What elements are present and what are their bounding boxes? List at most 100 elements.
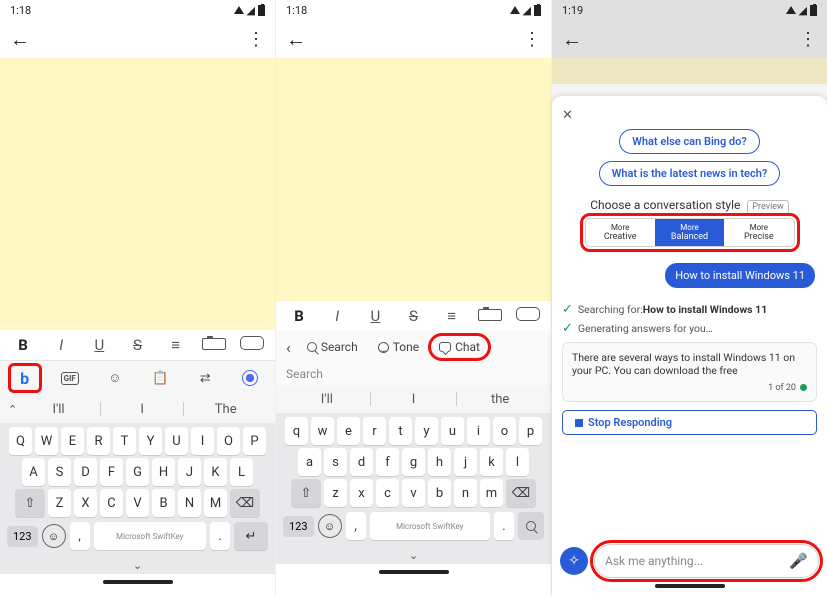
key-j[interactable]: J (178, 458, 201, 486)
key-v[interactable]: v (402, 479, 425, 507)
key-x[interactable]: x (350, 479, 373, 507)
stop-responding-button[interactable]: Stop Responding (562, 410, 817, 435)
key-c[interactable]: c (376, 479, 399, 507)
key-h[interactable]: H (152, 458, 175, 486)
strike-button[interactable]: S (125, 336, 149, 354)
key-d[interactable]: D (74, 458, 97, 486)
key-g[interactable]: G (126, 458, 149, 486)
shift-key[interactable]: ⇧ (291, 479, 321, 507)
back-chevron[interactable]: ‹ (282, 338, 295, 357)
mode-tone[interactable]: Tone (370, 336, 427, 358)
list-button[interactable]: ≡ (164, 336, 188, 354)
key-h[interactable]: h (428, 448, 451, 476)
mode-search[interactable]: Search (299, 336, 366, 358)
key-j[interactable]: j (454, 448, 477, 476)
bold-button[interactable]: B (287, 307, 311, 325)
backspace-key[interactable]: ⌫ (230, 489, 260, 517)
style-creative[interactable]: MoreCreative (586, 219, 655, 246)
camera-button[interactable] (478, 307, 502, 325)
key-e[interactable]: e (337, 417, 360, 445)
expand-icon[interactable]: ⌃ (8, 403, 17, 416)
key-c[interactable]: C (100, 489, 123, 517)
emoji-key[interactable]: ☺ (318, 514, 342, 538)
comma-key[interactable]: , (346, 512, 366, 540)
key-w[interactable]: W (35, 427, 58, 455)
overflow-menu-button[interactable]: ⋮ (799, 29, 817, 50)
mic-button[interactable] (516, 307, 540, 325)
target-button[interactable] (235, 365, 265, 391)
key-n[interactable]: N (178, 489, 201, 517)
search-key[interactable] (518, 512, 544, 540)
numbers-key[interactable]: 123 (7, 526, 38, 547)
key-q[interactable]: Q (9, 427, 32, 455)
key-a[interactable]: a (298, 448, 321, 476)
key-g[interactable]: g (402, 448, 425, 476)
italic-button[interactable]: I (49, 336, 73, 354)
key-z[interactable]: z (324, 479, 347, 507)
key-m[interactable]: M (204, 489, 227, 517)
key-w[interactable]: w (311, 417, 334, 445)
overflow-menu-button[interactable]: ⋮ (523, 29, 541, 50)
key-f[interactable]: F (100, 458, 123, 486)
translate-button[interactable]: ⇄ (190, 365, 220, 391)
period-key[interactable]: . (494, 512, 514, 540)
comma-key[interactable]: , (70, 522, 90, 550)
back-button[interactable]: ← (10, 27, 30, 52)
numbers-key[interactable]: 123 (283, 516, 314, 537)
back-button[interactable]: ← (286, 27, 306, 52)
note-canvas[interactable] (0, 58, 275, 330)
overflow-menu-button[interactable]: ⋮ (247, 29, 265, 50)
key-l[interactable]: L (230, 458, 253, 486)
close-button[interactable]: ✕ (562, 108, 573, 123)
key-b[interactable]: B (152, 489, 175, 517)
key-p[interactable]: p (519, 417, 542, 445)
key-r[interactable]: R (87, 427, 110, 455)
note-canvas[interactable] (276, 58, 551, 301)
key-e[interactable]: E (61, 427, 84, 455)
prediction-3[interactable]: The (184, 402, 267, 417)
strike-button[interactable]: S (401, 307, 425, 325)
list-button[interactable]: ≡ (440, 307, 464, 325)
search-input[interactable]: Search (276, 363, 551, 385)
key-y[interactable]: y (415, 417, 438, 445)
emoji-key[interactable]: ☺ (42, 524, 66, 548)
key-y[interactable]: Y (139, 427, 162, 455)
prediction-3[interactable]: the (457, 392, 543, 407)
style-balanced[interactable]: MoreBalanced (655, 219, 724, 246)
key-d[interactable]: d (350, 448, 373, 476)
collapse-keyboard[interactable]: ⌄ (276, 547, 551, 564)
key-r[interactable]: r (363, 417, 386, 445)
key-l[interactable]: l (506, 448, 529, 476)
sticker-button[interactable]: ☺ (100, 365, 130, 391)
period-key[interactable]: . (210, 522, 230, 550)
space-key[interactable]: Microsoft SwiftKey (370, 512, 490, 540)
key-p[interactable]: P (243, 427, 266, 455)
gif-button[interactable]: GIF (55, 365, 85, 391)
key-i[interactable]: i (467, 417, 490, 445)
key-o[interactable]: o (493, 417, 516, 445)
key-v[interactable]: V (126, 489, 149, 517)
key-b[interactable]: b (428, 479, 451, 507)
mic-icon[interactable]: 🎤 (789, 552, 808, 570)
underline-button[interactable]: U (87, 336, 111, 354)
key-t[interactable]: t (389, 417, 412, 445)
underline-button[interactable]: U (363, 307, 387, 325)
prediction-1[interactable]: I'll (17, 402, 100, 417)
key-m[interactable]: m (480, 479, 503, 507)
key-o[interactable]: O (217, 427, 240, 455)
clipboard-button[interactable]: 📋 (145, 365, 175, 391)
suggestion-pill-2[interactable]: What is the latest news in tech? (599, 161, 781, 186)
key-x[interactable]: X (74, 489, 97, 517)
ask-input[interactable]: Ask me anything... 🎤 (594, 544, 819, 578)
new-topic-button[interactable]: ✧ (560, 547, 588, 575)
key-t[interactable]: T (113, 427, 136, 455)
key-u[interactable]: u (441, 417, 464, 445)
suggestion-pill-1[interactable]: What else can Bing do? (619, 129, 760, 154)
back-button[interactable]: ← (562, 27, 582, 52)
key-a[interactable]: A (22, 458, 45, 486)
key-n[interactable]: n (454, 479, 477, 507)
enter-key[interactable]: ↵ (234, 522, 268, 550)
key-s[interactable]: s (324, 448, 347, 476)
backspace-key[interactable]: ⌫ (506, 479, 536, 507)
key-k[interactable]: k (480, 448, 503, 476)
